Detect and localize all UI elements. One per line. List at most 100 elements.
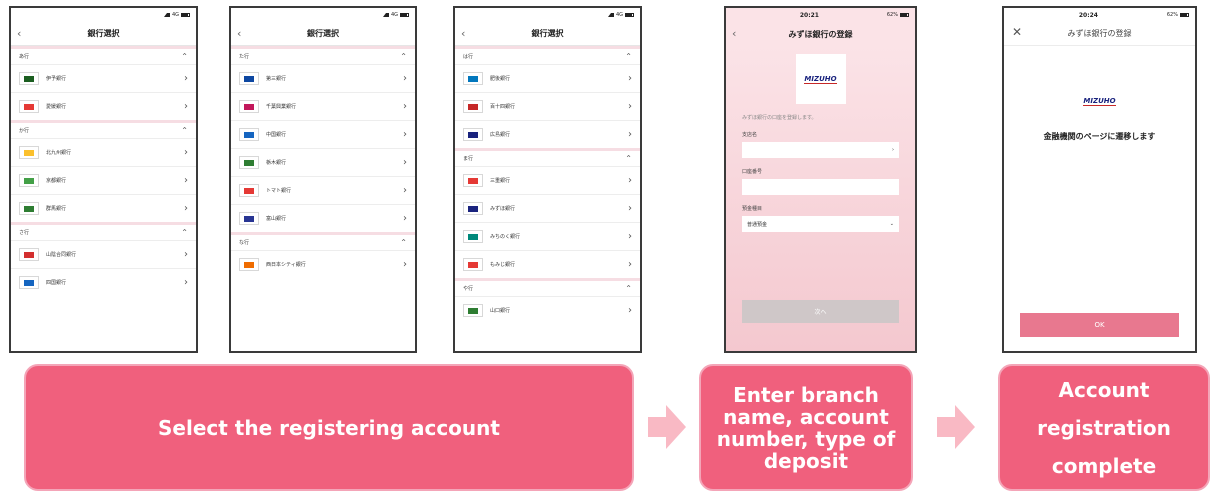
section-header[interactable]: や行 ⌃ [455,278,640,296]
account-number-label: 口座番号 [742,169,763,175]
bank-row[interactable]: 百十四銀行 › [455,92,640,120]
chevron-right-icon: › [184,249,188,260]
bank-row[interactable]: 第三銀行 › [231,64,415,92]
bank-row[interactable]: 京都銀行 › [11,166,196,194]
next-button[interactable]: 次へ [742,300,899,323]
back-icon[interactable]: ‹ [237,27,241,40]
bank-row[interactable]: みちのく銀行 › [455,222,640,250]
close-icon[interactable]: ✕ [1012,25,1022,39]
bank-list: た行 ⌃ 第三銀行 › 千葉興業銀行 › 中国銀行 › 栃木銀行 › トマト銀行 › 富山銀行 › な行 ⌃ 西… [231,46,415,278]
chevron-up-icon: ⌃ [400,52,407,61]
battery-icon [900,13,909,17]
bank-name: 愛媛銀行 [46,104,67,110]
bank-name: 四国銀行 [46,280,67,286]
chevron-up-icon: ⌃ [181,228,188,237]
branch-label: 支店名 [742,132,758,138]
branch-field[interactable]: › [742,142,899,158]
bank-logo-text: MIZUHO [1083,97,1116,106]
network-label: 4G [390,12,398,18]
bank-logo-icon [19,174,39,187]
bank-row[interactable]: 群馬銀行 › [11,194,196,222]
bank-logo-icon [19,248,39,261]
complete-screen: 20:24 62% ✕ みずほ銀行の登録 MIZUHO 金融機関のページに遷移します… [1002,6,1197,353]
bank-row[interactable]: みずほ銀行 › [455,194,640,222]
registration-form: MIZUHO みずほ銀行の口座を登録します。 支店名 › 口座番号 預金種目 普… [726,46,915,351]
battery-percent: 62% [1166,12,1178,18]
section-header[interactable]: ま行 ⌃ [455,148,640,166]
bank-row[interactable]: 西日本シティ銀行 › [231,250,415,278]
ok-button[interactable]: OK [1020,313,1179,337]
bank-row[interactable]: 富山銀行 › [231,204,415,232]
bank-logo-icon [19,100,39,113]
bank-row[interactable]: もみじ銀行 › [455,250,640,278]
deposit-type-select[interactable]: 普通預金 ⌄ [742,216,899,232]
bank-logo-icon [239,156,259,169]
chevron-right-icon: › [184,101,188,112]
section-header[interactable]: か行 ⌃ [11,120,196,138]
bank-row[interactable]: 伊予銀行 › [11,64,196,92]
back-icon[interactable]: ‹ [17,27,21,40]
bank-logo-icon [463,72,483,85]
chevron-right-icon: › [403,185,407,196]
section-header[interactable]: は行 ⌃ [455,46,640,64]
bank-row[interactable]: トマト銀行 › [231,176,415,204]
bank-logo-icon [463,174,483,187]
section-header[interactable]: た行 ⌃ [231,46,415,64]
bank-row[interactable]: 四国銀行 › [11,268,196,296]
bank-row[interactable]: 山陰合同銀行 › [11,240,196,268]
section-label: か行 [19,128,30,134]
chevron-right-icon: › [184,73,188,84]
bank-logo-icon [239,212,259,225]
network-label: 4G [171,12,179,18]
bank-name: 肥後銀行 [490,76,511,82]
chevron-right-icon: › [403,157,407,168]
bank-list-screen-2: 4G ‹ 銀行選択 た行 ⌃ 第三銀行 › 千葉興業銀行 › 中国銀行 › 栃木銀行 › トマト銀行 ›… [229,6,417,353]
status-bar: 20:21 62% [726,8,915,22]
chevron-right-icon: › [403,259,407,270]
chevron-right-icon: › [403,213,407,224]
back-icon[interactable]: ‹ [732,27,736,40]
status-bar: 20:24 62% [1004,8,1195,22]
deposit-type-label: 預金種目 [742,206,763,212]
bank-row[interactable]: 三重銀行 › [455,166,640,194]
nav-bar: ‹ みずほ銀行の登録 [726,22,915,46]
bank-row[interactable]: 肥後銀行 › [455,64,640,92]
chevron-up-icon: ⌃ [400,238,407,247]
back-icon[interactable]: ‹ [461,27,465,40]
bank-row[interactable]: 愛媛銀行 › [11,92,196,120]
bank-row[interactable]: 中国銀行 › [231,120,415,148]
chevron-right-icon: › [892,147,894,153]
bank-row[interactable]: 栃木銀行 › [231,148,415,176]
nav-bar: ‹ 銀行選択 [11,22,196,46]
bank-logo-icon [239,72,259,85]
chevron-right-icon: › [184,175,188,186]
section-label: な行 [239,240,250,246]
chevron-right-icon: › [628,259,632,270]
bank-row[interactable]: 広島銀行 › [455,120,640,148]
bank-row[interactable]: 北九州銀行 › [11,138,196,166]
section-header[interactable]: さ行 ⌃ [11,222,196,240]
chevron-right-icon: › [184,277,188,288]
chevron-right-icon: › [403,73,407,84]
section-header[interactable]: あ行 ⌃ [11,46,196,64]
battery-icon [400,13,409,17]
signal-icon [163,13,170,17]
bank-row[interactable]: 千葉興業銀行 › [231,92,415,120]
bank-logo: MIZUHO [795,54,846,104]
bank-logo-icon [239,184,259,197]
section-header[interactable]: な行 ⌃ [231,232,415,250]
bank-logo-icon [463,202,483,215]
chevron-up-icon: ⌃ [181,126,188,135]
status-time: 20:21 [799,11,819,19]
bank-name: 中国銀行 [266,132,287,138]
account-number-field[interactable] [742,179,899,195]
bank-row[interactable]: 山口銀行 › [455,296,640,324]
bank-name: 千葉興業銀行 [266,104,297,110]
chevron-up-icon: ⌃ [625,52,632,61]
flow-diagram: 4G ‹ 銀行選択 あ行 ⌃ 伊予銀行 › 愛媛銀行 › か行 ⌃ 北九州銀行 › 京都銀行 › 群馬銀行… [0,0,1210,493]
bank-logo-text: MIZUHO [804,74,837,84]
status-time: 20:24 [1078,11,1098,19]
bank-name: 伊予銀行 [46,76,67,82]
chevron-right-icon: › [184,203,188,214]
bank-name: 山口銀行 [490,308,511,314]
